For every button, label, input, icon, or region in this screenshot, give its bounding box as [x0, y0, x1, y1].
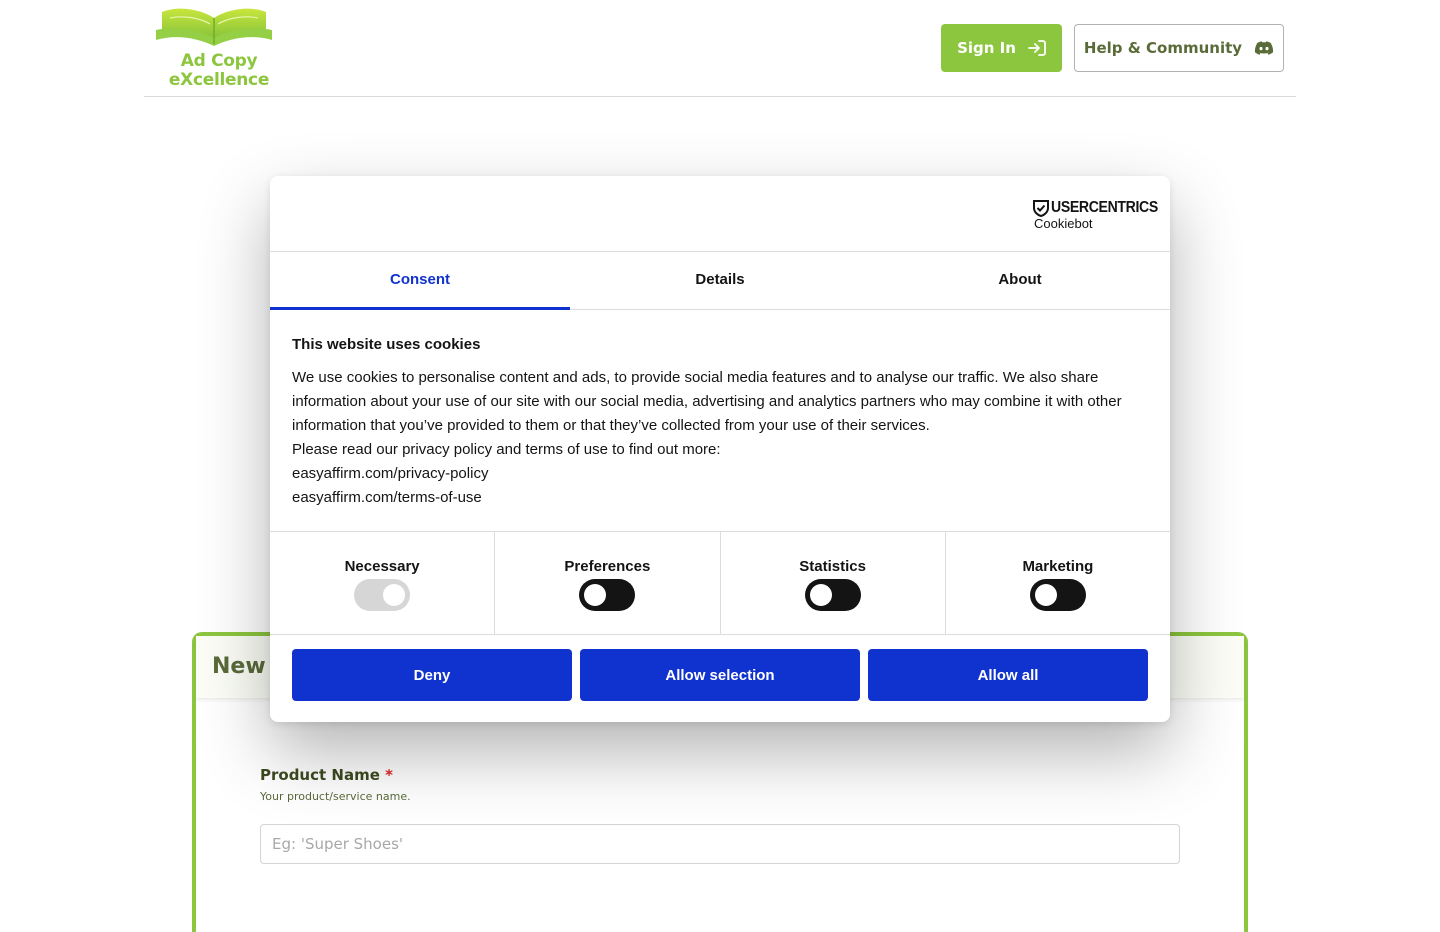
toggle-knob [383, 584, 406, 606]
sign-in-button[interactable]: Sign In [941, 24, 1062, 72]
category-marketing: Marketing [946, 532, 1170, 634]
logo-line-1: Ad Copy [180, 51, 258, 71]
product-name-help: Your product/service name. [260, 790, 411, 803]
tab-about[interactable]: About [870, 252, 1170, 309]
toggle-knob [809, 584, 832, 606]
product-name-label: Product Name * [260, 766, 393, 784]
help-community-button[interactable]: Help & Community [1074, 24, 1284, 72]
help-community-label: Help & Community [1083, 39, 1243, 57]
marketing-label: Marketing [1022, 558, 1094, 575]
site-logo[interactable]: Ad Copy eXcellence [154, 4, 274, 92]
deny-button[interactable]: Deny [292, 649, 572, 701]
cookie-paragraph: We use cookies to personalise content an… [292, 369, 1122, 434]
usercentrics-logo: USERCENTRICS Cookiebot [1033, 198, 1158, 232]
cookie-consent-dialog: USERCENTRICS Cookiebot Consent Details A… [270, 176, 1170, 722]
cookie-heading: This website uses cookies [292, 336, 481, 353]
tab-consent[interactable]: Consent [270, 252, 570, 310]
sign-in-icon [1028, 40, 1046, 56]
discord-icon [1255, 40, 1274, 55]
product-name-label-text: Product Name [260, 766, 380, 784]
cookie-categories: Necessary Preferences Statistics Marketi… [270, 531, 1170, 635]
sign-in-label: Sign In [957, 39, 1016, 57]
toggle-knob [584, 584, 607, 606]
cookie-read-more: Please read our privacy policy and terms… [292, 441, 721, 458]
open-book-icon [156, 8, 272, 46]
required-marker: * [385, 766, 393, 784]
toggle-knob [1034, 584, 1057, 606]
logo-line-2: eXcellence [168, 70, 270, 90]
statistics-toggle[interactable] [804, 579, 861, 611]
preferences-toggle[interactable] [579, 579, 636, 611]
usercentrics-wordmark: USERCENTRICS [1051, 199, 1158, 216]
shield-check-icon [1033, 200, 1049, 217]
terms-of-use-link[interactable]: easyaffirm.com/terms-of-use [292, 486, 1152, 510]
category-statistics: Statistics [721, 532, 946, 634]
cookie-dialog-header: USERCENTRICS Cookiebot [270, 176, 1170, 252]
cookie-dialog-body: This website uses cookies We use cookies… [292, 336, 1152, 510]
marketing-toggle[interactable] [1029, 579, 1086, 611]
tab-details[interactable]: Details [570, 252, 870, 309]
category-preferences: Preferences [495, 532, 721, 634]
cookie-tabs: Consent Details About [270, 252, 1170, 310]
logo-wordmark: Ad Copy eXcellence [154, 52, 284, 90]
preferences-label: Preferences [564, 558, 651, 575]
cookie-actions: Deny Allow selection Allow all [292, 649, 1148, 701]
allow-all-button[interactable]: Allow all [868, 649, 1148, 701]
privacy-policy-link[interactable]: easyaffirm.com/privacy-policy [292, 462, 1152, 486]
site-header: Ad Copy eXcellence Sign In Help & Commun… [144, 0, 1296, 97]
allow-selection-button[interactable]: Allow selection [580, 649, 860, 701]
necessary-toggle [354, 579, 411, 611]
cookie-description: We use cookies to personalise content an… [292, 366, 1152, 510]
product-name-input[interactable] [260, 824, 1180, 864]
cookiebot-wordmark: Cookiebot [1034, 216, 1093, 231]
category-necessary: Necessary [270, 532, 496, 634]
necessary-label: Necessary [344, 558, 420, 575]
statistics-label: Statistics [799, 558, 866, 575]
